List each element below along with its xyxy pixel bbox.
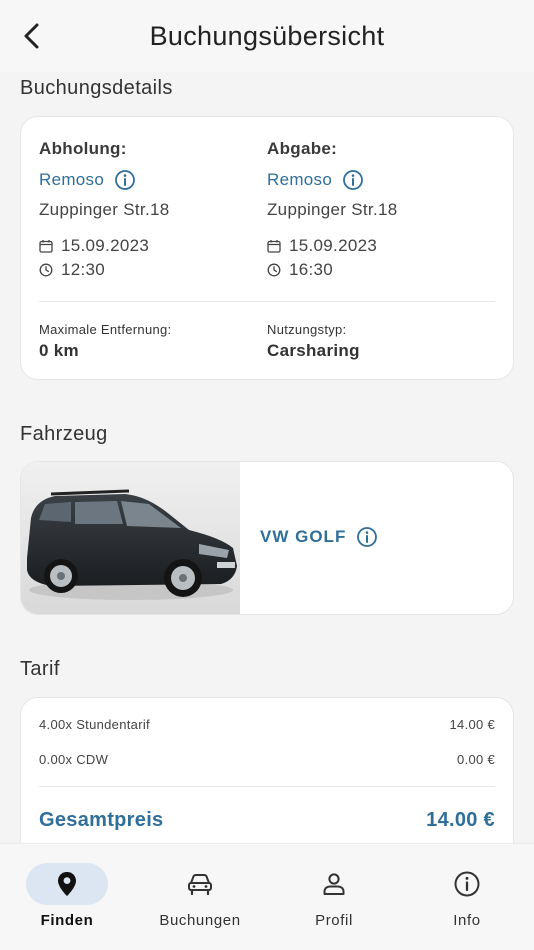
pickup-location-link[interactable]: Remoso xyxy=(39,170,104,190)
person-icon xyxy=(323,873,345,895)
nav-item-info[interactable]: Info xyxy=(400,844,534,950)
vehicle-title: Fahrzeug xyxy=(20,423,108,445)
nav-icon-highlight xyxy=(159,863,241,905)
booking-details-card: Abholung: Remoso Zuppinger Str.18 15.09.… xyxy=(20,116,514,380)
info-icon[interactable] xyxy=(342,169,364,191)
pickup-label: Abholung: xyxy=(39,139,127,158)
dropoff-column: Abgabe: Remoso Zuppinger Str.18 15.09.20… xyxy=(267,139,398,280)
total-label: Gesamtpreis xyxy=(39,809,164,831)
max-distance: Maximale Entfernung: 0 km xyxy=(39,322,171,361)
car-name-row: VW GOLF xyxy=(260,526,378,548)
nav-icon-highlight xyxy=(426,863,508,905)
max-distance-value: 0 km xyxy=(39,341,79,360)
dropoff-date: 15.09.2023 xyxy=(289,236,378,255)
nav-icon-highlight xyxy=(26,863,108,905)
tariff-line-amount: 0.00 € xyxy=(457,752,495,767)
vehicle-card[interactable]: VW GOLF xyxy=(20,461,514,615)
pickup-time: 12:30 xyxy=(61,260,106,279)
bottom-nav: Finden Buchungen Profil Info xyxy=(0,843,534,950)
tariff-card: 4.00x Stundentarif 14.00 € 0.00x CDW 0.0… xyxy=(20,697,514,867)
car-name[interactable]: VW GOLF xyxy=(260,527,346,547)
usage-type: Nutzungstyp: Carsharing xyxy=(267,322,360,361)
info-icon xyxy=(454,871,480,897)
dropoff-address: Zuppinger Str.18 xyxy=(267,200,398,219)
tariff-title: Tarif xyxy=(20,658,60,680)
dropoff-time: 16:30 xyxy=(289,260,334,279)
pickup-date: 15.09.2023 xyxy=(61,236,150,255)
nav-label: Profil xyxy=(315,912,353,929)
info-icon[interactable] xyxy=(114,169,136,191)
clock-icon xyxy=(267,263,281,277)
tariff-line-label: 0.00x CDW xyxy=(39,752,109,767)
nav-icon-highlight xyxy=(293,863,375,905)
tariff-line-amount: 14.00 € xyxy=(449,717,495,732)
nav-item-profil[interactable]: Profil xyxy=(267,844,401,950)
nav-item-buchungen[interactable]: Buchungen xyxy=(133,844,267,950)
car-icon xyxy=(188,874,212,896)
calendar-icon xyxy=(39,240,53,253)
dropoff-location-link[interactable]: Remoso xyxy=(267,170,332,190)
nav-item-finden[interactable]: Finden xyxy=(0,844,134,950)
total-row: Gesamtpreis 14.00 € xyxy=(39,809,495,832)
location-pin-icon xyxy=(58,872,76,896)
nav-label: Finden xyxy=(40,912,94,929)
back-button[interactable] xyxy=(14,18,48,54)
dropoff-label: Abgabe: xyxy=(267,139,338,158)
total-amount: 14.00 € xyxy=(426,809,495,831)
pickup-address: Zuppinger Str.18 xyxy=(39,200,170,219)
divider xyxy=(39,786,495,787)
car-image xyxy=(21,462,240,614)
max-distance-label: Maximale Entfernung: xyxy=(39,322,172,337)
clock-icon xyxy=(39,263,53,277)
tariff-line: 4.00x Stundentarif 14.00 € xyxy=(39,717,495,732)
tariff-line: 0.00x CDW 0.00 € xyxy=(39,752,495,767)
chevron-left-icon xyxy=(24,23,39,49)
page-title: Buchungsübersicht xyxy=(149,20,385,51)
nav-label: Buchungen xyxy=(159,912,241,929)
booking-details-title: Buchungsdetails xyxy=(20,77,173,99)
usage-type-label: Nutzungstyp: xyxy=(267,322,347,337)
info-icon[interactable] xyxy=(356,526,378,548)
usage-type-value: Carsharing xyxy=(267,341,360,360)
app-header: Buchungsübersicht xyxy=(0,0,534,72)
tariff-line-label: 4.00x Stundentarif xyxy=(39,717,150,732)
nav-label: Info xyxy=(453,912,481,929)
divider xyxy=(39,301,495,302)
calendar-icon xyxy=(267,240,281,253)
pickup-column: Abholung: Remoso Zuppinger Str.18 15.09.… xyxy=(39,139,170,280)
